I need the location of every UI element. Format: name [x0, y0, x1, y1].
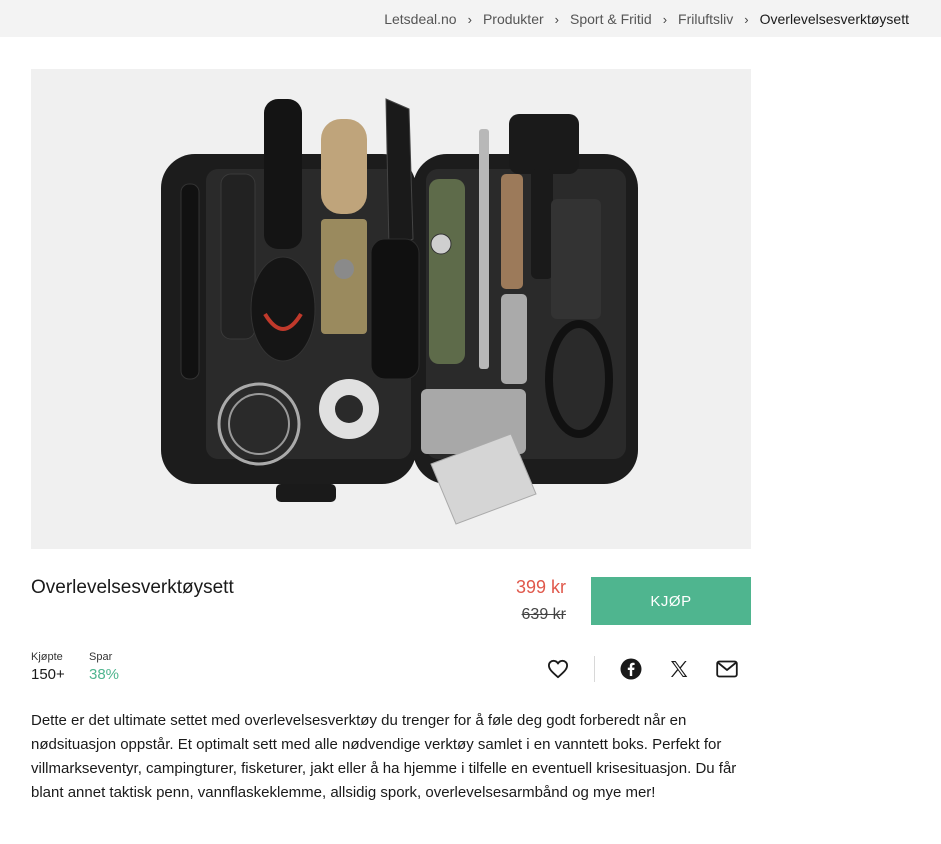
flashlight [220, 173, 256, 340]
breadcrumb-item-products[interactable]: Produkter [483, 11, 544, 27]
action-divider [594, 656, 595, 682]
tactical-pen [180, 183, 200, 380]
breadcrumb: Letsdeal.no › Produkter › Sport & Fritid… [384, 11, 909, 27]
share-facebook-button[interactable] [618, 656, 644, 682]
breadcrumb-item-current: Overlevelsesverktøysett [759, 11, 909, 27]
chevron-right-icon: › [744, 11, 749, 27]
heart-icon [548, 659, 568, 679]
wood-stick [501, 174, 523, 289]
bottle-clip [321, 119, 367, 214]
old-price: 639 kr [521, 606, 566, 623]
favorite-button[interactable] [545, 656, 571, 682]
save-value: 38% [89, 666, 120, 683]
spork [264, 99, 302, 249]
chevron-right-icon: › [662, 11, 668, 27]
facebook-icon [620, 658, 642, 680]
fire-rod [479, 129, 489, 369]
breadcrumb-item-outdoor[interactable]: Friluftsliv [678, 11, 733, 27]
paracord-bracelet [429, 179, 465, 364]
fire-starter [509, 114, 579, 174]
share-x-button[interactable] [666, 656, 692, 682]
x-icon [671, 661, 688, 677]
save-label: Spar [89, 651, 113, 663]
breadcrumb-item-home[interactable]: Letsdeal.no [384, 11, 456, 27]
breadcrumb-item-sport[interactable]: Sport & Fritid [570, 11, 652, 27]
chevron-right-icon: › [554, 11, 559, 27]
product-title: Overlevelsesverktøysett [31, 577, 234, 598]
knife [385, 98, 414, 250]
chevron-right-icon: › [467, 11, 472, 27]
product-description: Dette er det ultimate settet med overlev… [31, 712, 737, 801]
current-price: 399 kr [515, 577, 566, 597]
survival-kit-illustration [161, 98, 638, 525]
bought-stat: Kjøpte 150+ [31, 651, 65, 683]
save-stat: Spar 38% [89, 651, 119, 683]
buy-button[interactable]: KJØP [591, 577, 751, 625]
bought-value: 150+ [31, 666, 65, 683]
breadcrumb-bar: Letsdeal.no › Produkter › Sport & Fritid… [0, 0, 941, 37]
bought-label: Kjøpte [31, 651, 63, 663]
mail-icon [716, 660, 738, 678]
product-image[interactable] [31, 69, 751, 549]
share-email-button[interactable] [714, 656, 740, 682]
